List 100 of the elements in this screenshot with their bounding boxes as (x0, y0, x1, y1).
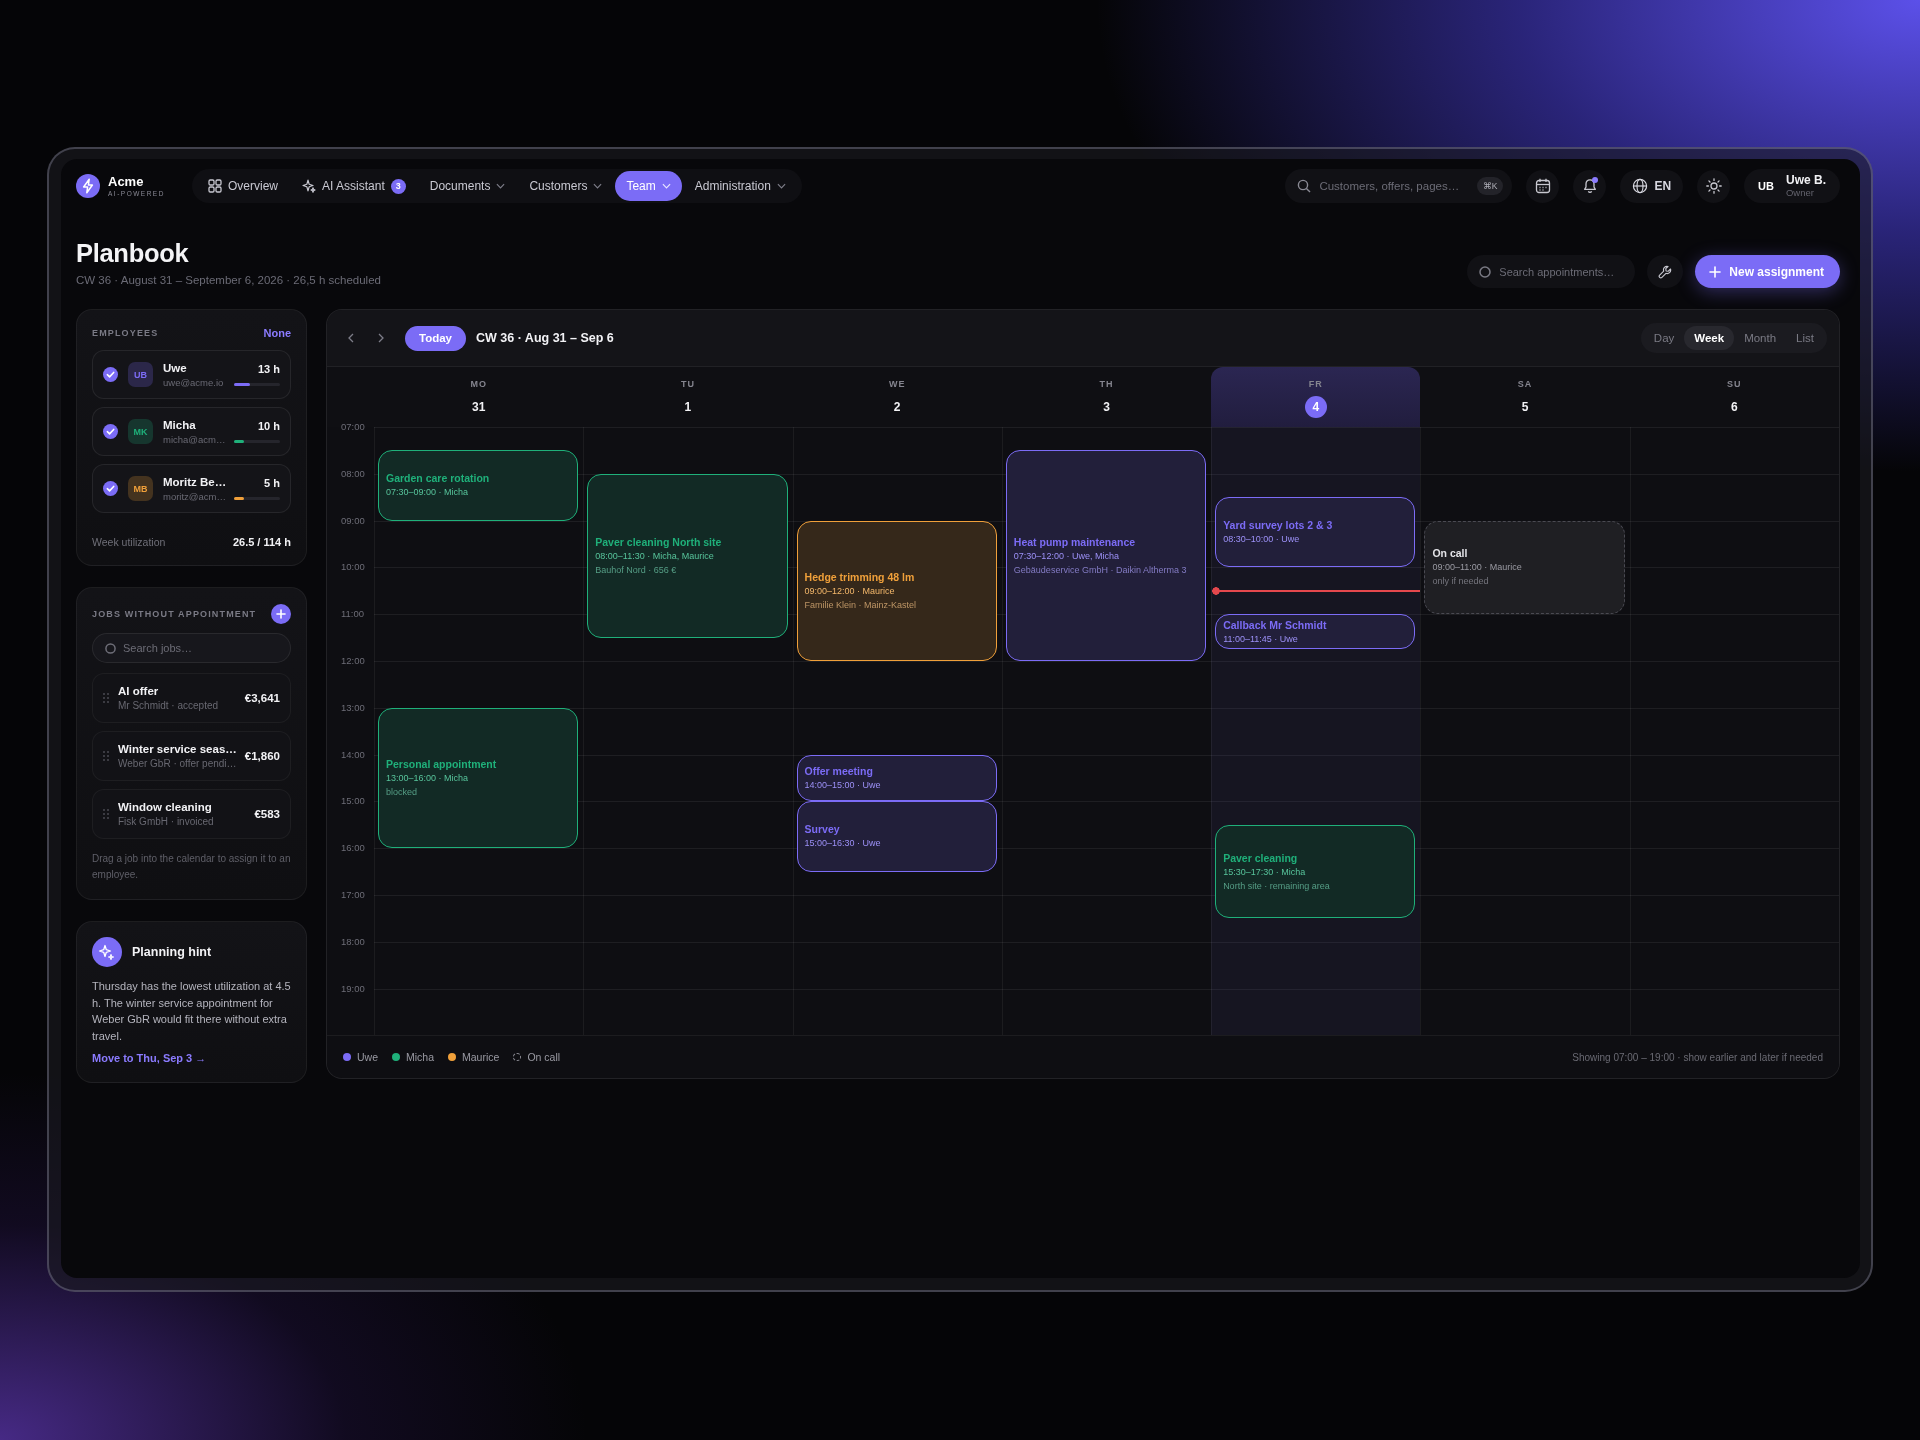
view-tab[interactable]: Week (1684, 326, 1735, 350)
drag-handle-icon[interactable] (103, 693, 109, 703)
hint-title: Planning hint (132, 945, 212, 959)
language-button[interactable]: EN (1620, 169, 1684, 203)
appointment-search-field[interactable]: Search appointments… (1467, 255, 1636, 288)
brand-name: Acme (108, 174, 145, 189)
appointment-card[interactable]: Hedge trimming 48 lm 09:00–12:00 · Maurice Familie Klein · Mainz-Kastel (796, 520, 997, 661)
appointment-card[interactable]: Paver cleaning North site 08:00–11:30 · Micha, Maurice Bauhof Nord · 656 € (587, 473, 788, 638)
search-field[interactable]: Customers, offers, pages… ⌘K (1285, 169, 1513, 203)
nav-item[interactable]: Overview (197, 171, 289, 201)
nav-item[interactable]: Documents (418, 171, 517, 201)
appointment-note: only if needed (1432, 575, 1490, 588)
job-title: Winter service seas… (118, 742, 236, 757)
day-date[interactable]: 1 (676, 396, 699, 418)
bolt-logo-icon (76, 174, 100, 198)
count-badge: 3 (390, 178, 406, 194)
checkbox[interactable] (103, 424, 118, 439)
sun-icon (1705, 178, 1722, 194)
day-date[interactable]: 5 (1514, 396, 1537, 418)
job-search-field[interactable]: Search jobs… (92, 633, 291, 663)
appointment-card[interactable]: Personal appointment 13:00–16:00 · Micha blocked (378, 707, 579, 849)
appointment-note: North site · remaining area (1223, 879, 1331, 892)
visible-range-note: Showing 07:00 – 19:00 · show earlier and later if needed (1572, 1051, 1823, 1063)
employee-email: uwe@acme.io (163, 375, 225, 389)
appointment-time: 15:00–16:30 · Uwe (804, 837, 882, 850)
job-item[interactable]: Window cleaning Fisk GmbH · invoiced €583 (92, 789, 291, 839)
appointment-time: 08:30–10:00 · Uwe (1223, 533, 1301, 546)
page-subtitle: CW 36 · August 31 – September 6, 2026 · 26,5 h scheduled (76, 273, 381, 288)
section-heading: JOBS WITHOUT APPOINTMENT (92, 609, 257, 619)
appointment-time: 07:30–09:00 · Micha (386, 486, 470, 499)
appointment-title: Garden care rotation (386, 472, 491, 486)
appointment-note: Bauhof Nord · 656 € (595, 563, 678, 576)
nav-item[interactable]: Administration (683, 171, 797, 201)
user-role: Owner (1786, 187, 1814, 199)
day-date[interactable]: 4 (1304, 396, 1327, 418)
add-job-button[interactable] (271, 604, 291, 624)
legend-label: Uwe (357, 1051, 378, 1064)
appointment-title: On call (1432, 547, 1469, 561)
appointment-card[interactable]: Garden care rotation 07:30–09:00 · Micha (378, 450, 579, 521)
user-name: Uwe B. (1786, 173, 1826, 187)
search-icon (1297, 179, 1312, 193)
hour-label: 15:00 (340, 795, 365, 808)
appointment-card[interactable]: Yard survey lots 2 & 3 08:30–10:00 · Uwe (1215, 497, 1416, 568)
chevron-left-icon (348, 333, 354, 343)
drag-handle-icon[interactable] (103, 751, 109, 761)
hour-label: 16:00 (340, 842, 365, 855)
day-date[interactable]: 3 (1095, 396, 1118, 418)
weekday-label: SA (1517, 379, 1533, 390)
circle-icon (105, 642, 116, 654)
job-title: AI offer (118, 684, 160, 699)
job-amount: €583 (254, 808, 280, 820)
job-title: Window cleaning (118, 800, 213, 815)
weekday-label: TH (1099, 379, 1114, 390)
checkbox[interactable] (103, 481, 118, 496)
appointment-title: Heat pump maintenance (1013, 535, 1137, 549)
job-item[interactable]: AI offer Mr Schmidt · accepted €3,641 (92, 673, 291, 723)
chevron-down-icon (661, 183, 671, 189)
appointment-card[interactable]: On call 09:00–11:00 · Maurice only if needed (1424, 520, 1625, 615)
employee-avatar: MB (128, 476, 153, 501)
job-amount: €1,860 (244, 750, 280, 762)
appointment-title: Personal appointment (386, 758, 498, 771)
view-tab[interactable]: Day (1643, 326, 1685, 350)
today-button[interactable]: Today (405, 325, 466, 351)
drag-handle-icon[interactable] (103, 809, 109, 819)
nav-item[interactable]: AI Assistant 3 (291, 171, 417, 201)
employee-email: moritz@acm… (163, 489, 227, 503)
appointment-card[interactable]: Heat pump maintenance 07:30–12:00 · Uwe, Micha Gebäudeservice GmbH · Daikin Altherma 3 (1005, 450, 1207, 661)
nav-item[interactable]: Team (615, 171, 682, 201)
legend-label: On call (527, 1051, 561, 1064)
appointment-card[interactable]: Callback Mr Schmidt 11:00–11:45 · Uwe (1215, 614, 1416, 650)
drag-hint-text: Drag a job into the calendar to assign it to an employee. (92, 852, 291, 882)
checkbox[interactable] (103, 367, 118, 382)
view-tab[interactable]: Month (1734, 326, 1787, 350)
appointment-card[interactable]: Survey 15:00–16:30 · Uwe (796, 801, 997, 872)
hint-text: Thursday has the lowest utilization at 4.5 h. The winter service appointment for Weber GbR would fit there without extra travel. (92, 979, 291, 1044)
day-date[interactable]: 2 (886, 396, 909, 418)
theme-button[interactable] (1697, 169, 1731, 203)
move-suggestion-link[interactable]: Move to Thu, Sep 3 → (92, 1052, 207, 1064)
calendar-button[interactable] (1526, 169, 1560, 203)
select-none-link[interactable]: None (263, 327, 291, 339)
appointment-card[interactable]: Offer meeting 14:00–15:00 · Uwe (796, 754, 997, 802)
appointment-time: 15:30–17:30 · Micha (1223, 865, 1307, 878)
employee-avatar: UB (128, 362, 153, 387)
weekday-label: SU (1727, 379, 1742, 390)
notifications-button[interactable] (1573, 169, 1607, 203)
appointment-title: Yard survey lots 2 & 3 (1223, 519, 1334, 533)
new-assignment-button[interactable]: New assignment (1695, 255, 1840, 288)
appointment-card[interactable]: Paver cleaning 15:30–17:30 · Micha North site · remaining area (1215, 824, 1416, 919)
view-tab[interactable]: List (1786, 326, 1824, 350)
plus-icon (276, 609, 286, 619)
day-date[interactable]: 6 (1723, 396, 1746, 418)
tools-button[interactable] (1647, 255, 1684, 288)
hour-label: 11:00 (340, 608, 365, 621)
appointment-time: 13:00–16:00 · Micha (386, 772, 470, 784)
legend-label: Maurice (462, 1051, 500, 1064)
employee-email: micha@acm… (163, 432, 227, 446)
hour-label: 13:00 (340, 701, 365, 714)
nav-item[interactable]: Customers (518, 171, 614, 201)
day-date[interactable]: 31 (467, 396, 490, 418)
employee-hours: 13 h (258, 363, 280, 376)
